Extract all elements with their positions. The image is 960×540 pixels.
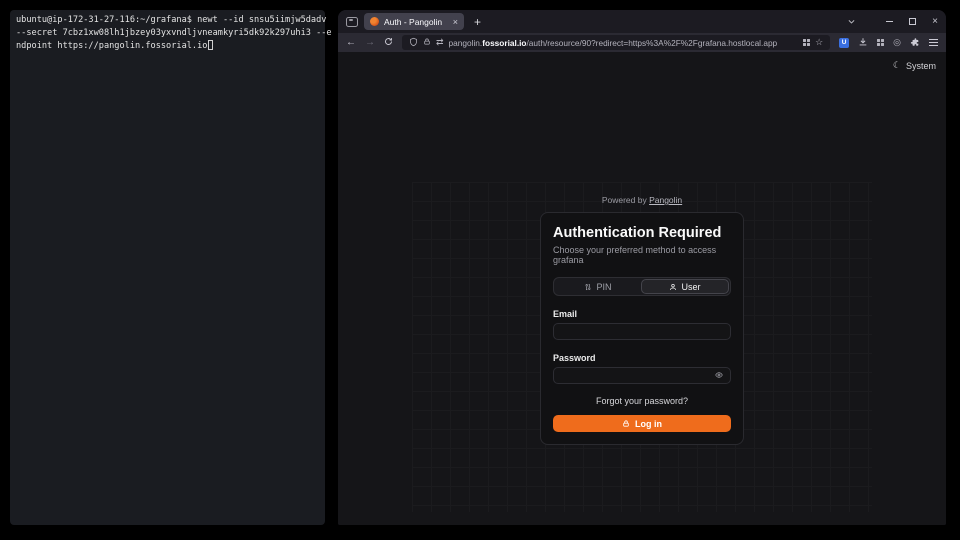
maximize-button[interactable] bbox=[909, 18, 916, 25]
terminal-window[interactable]: ubuntu@ip-172-31-27-116:~/grafana$ newt … bbox=[10, 10, 325, 525]
terminal-cursor bbox=[208, 40, 213, 50]
browser-toolbar: ← → ⇄ pangolin.fossorial.io/auth/resourc… bbox=[338, 33, 946, 52]
tab-close-icon[interactable]: × bbox=[453, 17, 458, 27]
forward-icon[interactable]: → bbox=[365, 38, 375, 48]
close-button[interactable]: × bbox=[932, 17, 938, 27]
lock-icon bbox=[622, 419, 630, 428]
tab-pin-label: PIN bbox=[596, 282, 611, 292]
login-button[interactable]: Log in bbox=[553, 415, 731, 432]
forgot-password-link[interactable]: Forgot your password? bbox=[553, 396, 731, 406]
email-label: Email bbox=[553, 309, 731, 319]
show-password-eye-icon[interactable] bbox=[714, 371, 724, 379]
password-label: Password bbox=[553, 353, 731, 363]
moon-icon: ☾ bbox=[893, 60, 901, 71]
url-bar[interactable]: ⇄ pangolin.fossorial.io/auth/resource/90… bbox=[402, 35, 830, 50]
powered-by-text: Powered by bbox=[602, 195, 647, 205]
downloads-icon[interactable] bbox=[858, 34, 868, 52]
card-subtitle: Choose your preferred method to access g… bbox=[553, 245, 731, 265]
containers-grid-icon[interactable] bbox=[877, 39, 884, 46]
window-controls: × bbox=[886, 17, 938, 27]
pangolin-link[interactable]: Pangolin bbox=[649, 195, 682, 205]
browser-window: Auth - Pangolin × + × ← → bbox=[338, 10, 946, 525]
terminal-line-text: ndpoint https://pangolin.fossorial.io bbox=[16, 41, 207, 51]
minimize-button[interactable] bbox=[886, 21, 893, 22]
menu-icon[interactable] bbox=[929, 39, 938, 46]
user-icon bbox=[669, 283, 677, 291]
password-field[interactable] bbox=[553, 367, 731, 384]
new-tab-button[interactable]: + bbox=[470, 15, 485, 29]
pangolin-favicon-icon bbox=[370, 17, 379, 26]
terminal-line: ndpoint https://pangolin.fossorial.io bbox=[16, 40, 321, 53]
tab-user-label: User bbox=[681, 282, 700, 292]
theme-label: System bbox=[906, 61, 936, 71]
record-circle-icon[interactable]: ◎ bbox=[893, 38, 901, 47]
bookmark-star-icon[interactable]: ☆ bbox=[815, 38, 823, 47]
shortcuts-icon[interactable] bbox=[803, 39, 810, 46]
auth-container: Powered by Pangolin Authentication Requi… bbox=[540, 195, 744, 445]
email-field[interactable] bbox=[553, 323, 731, 340]
firefox-view-icon[interactable] bbox=[346, 17, 358, 27]
browser-tab-active[interactable]: Auth - Pangolin × bbox=[364, 13, 464, 30]
tab-title: Auth - Pangolin bbox=[384, 17, 448, 27]
auth-card: Authentication Required Choose your pref… bbox=[540, 212, 744, 445]
terminal-line: ubuntu@ip-172-31-27-116:~/grafana$ newt … bbox=[16, 14, 321, 27]
binary-icon bbox=[584, 283, 592, 291]
powered-by: Powered by Pangolin bbox=[540, 195, 744, 205]
url-text: pangolin.fossorial.io/auth/resource/90?r… bbox=[449, 38, 799, 48]
terminal-line: --secret 7cbz1xw08lh1jbzey03yxvndljvneam… bbox=[16, 27, 321, 40]
theme-toggle[interactable]: ☾ System bbox=[893, 60, 936, 71]
password-wrap bbox=[553, 363, 731, 384]
tab-user[interactable]: User bbox=[641, 279, 729, 294]
tab-pin[interactable]: PIN bbox=[555, 279, 641, 294]
tracking-protection-shield-icon[interactable] bbox=[409, 37, 418, 49]
login-button-label: Log in bbox=[635, 419, 662, 429]
exchange-icon[interactable]: ⇄ bbox=[436, 38, 444, 47]
list-all-tabs-icon[interactable] bbox=[847, 13, 856, 31]
reload-icon[interactable] bbox=[384, 37, 393, 49]
browser-tab-bar: Auth - Pangolin × + × bbox=[338, 10, 946, 33]
auth-page: ☾ System Powered by Pangolin Authenticat… bbox=[338, 52, 946, 525]
extension-shield-icon[interactable]: U bbox=[839, 38, 849, 48]
back-icon[interactable]: ← bbox=[346, 38, 356, 48]
extensions-puzzle-icon[interactable] bbox=[910, 34, 920, 52]
card-title: Authentication Required bbox=[553, 225, 731, 241]
auth-method-tabs: PIN User bbox=[553, 277, 731, 296]
lock-icon[interactable] bbox=[423, 37, 431, 48]
